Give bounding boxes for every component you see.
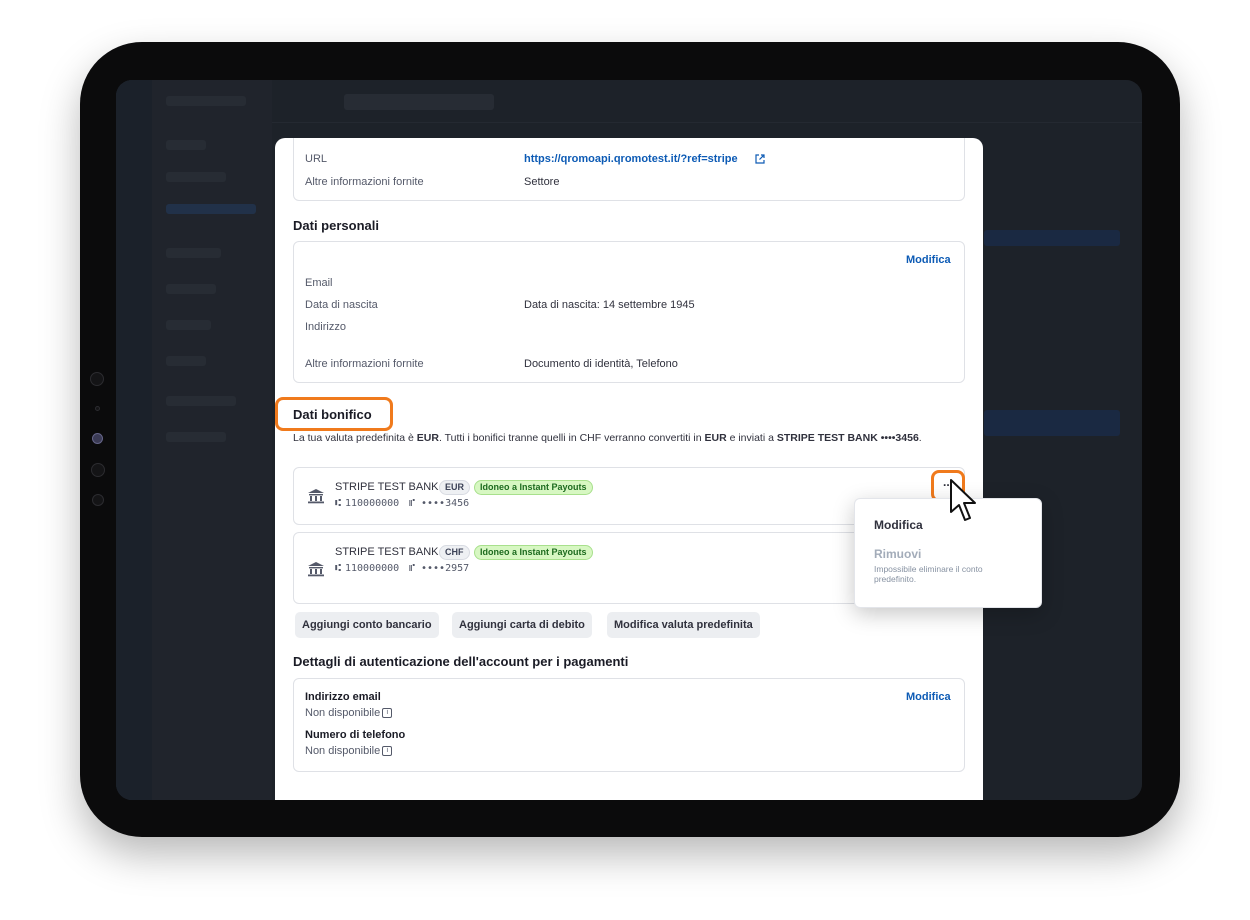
bank-name: STRIPE TEST BANK <box>335 481 439 493</box>
add-debit-card-button[interactable]: Aggiungi carta di debito <box>452 612 592 638</box>
sensor-icon <box>92 494 104 506</box>
desc-text: La tua valuta predefinita è <box>293 432 417 444</box>
instant-payout-badge: Idoneo a Instant Payouts <box>474 480 593 495</box>
account-last4: ••••2957 <box>421 563 470 574</box>
auth-email-value: Non disponibile i <box>305 707 393 719</box>
account-last4: ••••3456 <box>421 498 470 509</box>
account-prefix: ⑈ <box>409 498 415 509</box>
add-bank-account-button[interactable]: Aggiungi conto bancario <box>295 612 439 638</box>
menu-remove-item[interactable]: Rimuovi <box>874 547 921 561</box>
currency-badge: EUR <box>439 480 471 495</box>
payout-description: La tua valuta predefinita è EUR. Tutti i… <box>293 432 963 445</box>
business-info-card <box>293 138 965 201</box>
auth-phone-label: Numero di telefono <box>305 729 406 741</box>
birthdate-value: Data di nascita: 14 settembre 1945 <box>524 299 695 311</box>
business-url-link[interactable]: https://qromoapi.qromotest.it/?ref=strip… <box>524 153 738 165</box>
camera-lens-icon <box>92 433 103 444</box>
personal-section-title: Dati personali <box>293 218 379 233</box>
other-info-value: Settore <box>524 176 560 188</box>
auth-section-title: Dettagli di autenticazione dell'account … <box>293 654 629 669</box>
desc-text: . <box>918 432 922 444</box>
routing-prefix: ⑆ <box>335 498 341 509</box>
instant-payout-badge: Idoneo a Instant Payouts <box>474 545 593 560</box>
menu-edit-item[interactable]: Modifica <box>874 518 923 532</box>
routing-number: 110000000 <box>345 563 400 574</box>
account-prefix: ⑈ <box>409 563 415 574</box>
edit-default-currency-button[interactable]: Modifica valuta predefinita <box>607 612 760 638</box>
auth-phone-text: Non disponibile <box>305 745 381 757</box>
account-details-modal: URL https://qromoapi.qromotest.it/?ref=s… <box>275 138 983 800</box>
url-label: URL <box>305 153 328 165</box>
desc-text: . Tutti i bonifici tranne quelli in CHF … <box>438 432 705 444</box>
sensor-icon <box>91 463 105 477</box>
bank-icon <box>308 562 324 577</box>
address-label: Indirizzo <box>305 321 346 333</box>
auth-phone-value: Non disponibile i <box>305 745 393 757</box>
sensor-icon <box>95 406 100 411</box>
desc-bank: STRIPE TEST BANK <box>776 432 878 444</box>
routing-prefix: ⑆ <box>335 563 341 574</box>
currency-badge: CHF <box>439 545 470 560</box>
routing-number: 110000000 <box>345 498 400 509</box>
auth-info-card <box>293 678 965 772</box>
desc-currency: EUR <box>416 432 439 444</box>
other-info-label: Altre informazioni fornite <box>305 176 424 188</box>
personal-edit-link[interactable]: Modifica <box>906 254 951 266</box>
email-label: Email <box>305 277 333 289</box>
info-icon[interactable]: i <box>382 708 393 719</box>
desc-last4: ••••3456 <box>880 432 919 444</box>
auth-edit-link[interactable]: Modifica <box>906 691 951 703</box>
auth-email-text: Non disponibile <box>305 707 381 719</box>
bank-icon <box>308 489 324 504</box>
personal-other-label: Altre informazioni fornite <box>305 358 424 370</box>
desc-text: e inviati a <box>726 432 777 444</box>
payout-section-title: Dati bonifico <box>293 407 372 422</box>
cursor-pointer-icon <box>950 479 976 521</box>
bank-name: STRIPE TEST BANK <box>335 546 439 558</box>
external-link-icon[interactable] <box>755 154 765 164</box>
desc-currency: EUR <box>704 432 727 444</box>
birthdate-label: Data di nascita <box>305 299 378 311</box>
camera-icon <box>90 372 104 386</box>
menu-remove-note: Impossibile eliminare il conto predefini… <box>874 564 983 584</box>
personal-other-value: Documento di identità, Telefono <box>524 358 678 370</box>
info-icon[interactable]: i <box>382 746 393 757</box>
auth-email-label: Indirizzo email <box>305 691 381 703</box>
